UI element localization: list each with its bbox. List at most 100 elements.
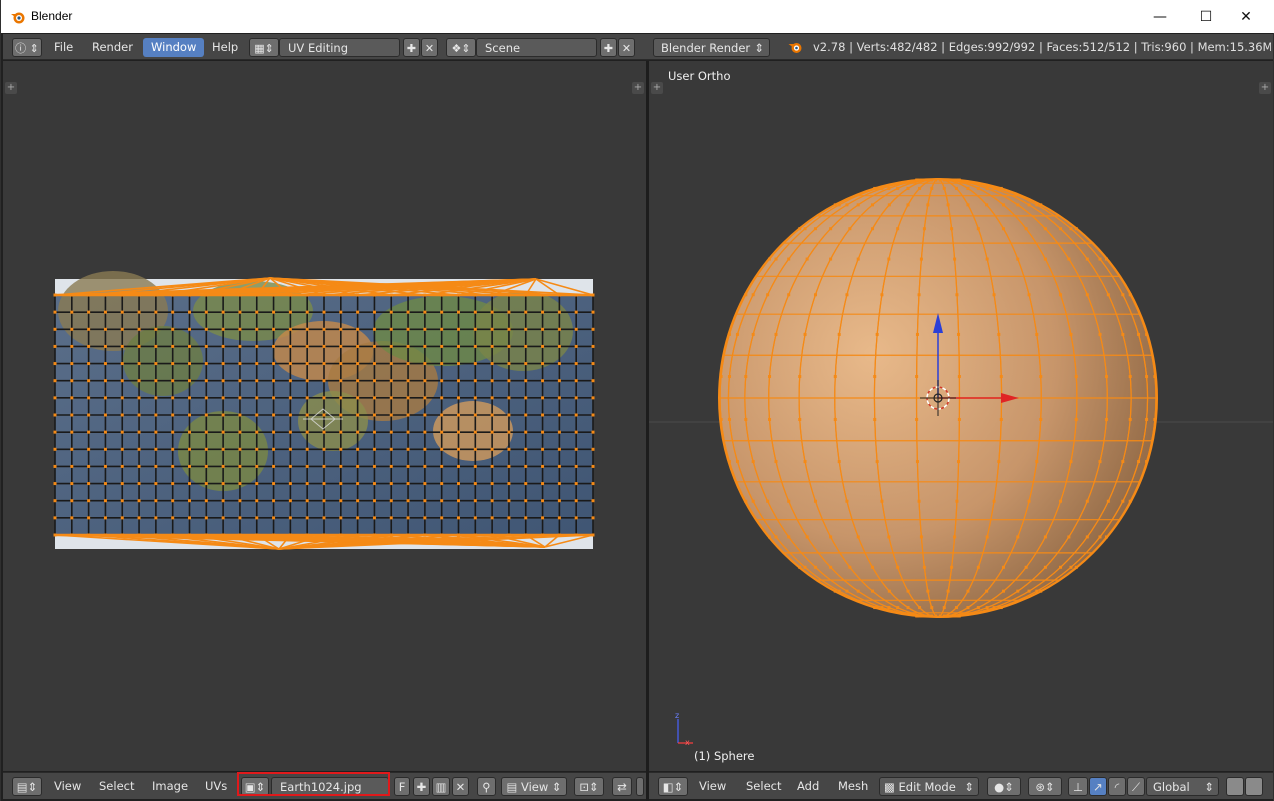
face-dot bbox=[957, 178, 961, 182]
uv-vertex bbox=[541, 447, 545, 451]
face-dot bbox=[787, 257, 791, 261]
menu-render[interactable]: Render bbox=[84, 38, 141, 57]
menu-window[interactable]: Window bbox=[143, 38, 205, 57]
scene-selector[interactable]: ❖⇕ bbox=[446, 38, 476, 57]
manipulator-toggle[interactable]: ⊥ bbox=[1068, 777, 1088, 796]
menu-select[interactable]: Select bbox=[746, 777, 781, 796]
view-mode-dropdown[interactable]: ▤ View ⇕ bbox=[501, 777, 567, 796]
face-dot bbox=[1016, 203, 1020, 207]
uv-vertex bbox=[372, 310, 376, 314]
minimize-button[interactable]: — bbox=[1137, 0, 1183, 33]
uv-vertex bbox=[87, 499, 91, 503]
face-dot bbox=[1059, 227, 1063, 231]
uv-vertex bbox=[557, 379, 561, 383]
unlink-image-button[interactable]: ✕ bbox=[452, 777, 469, 796]
face-dot bbox=[1027, 589, 1031, 593]
render-engine-dropdown[interactable]: Blender Render ⇕ bbox=[653, 38, 770, 57]
new-image-button[interactable]: ✚ bbox=[413, 777, 430, 796]
pin-image-button[interactable]: ⚲ bbox=[477, 777, 496, 796]
face-dot bbox=[774, 535, 778, 539]
uv-vertex bbox=[272, 327, 276, 331]
face-dot bbox=[915, 460, 919, 464]
3d-viewport[interactable]: + + User Ortho zx (1) Sphere bbox=[649, 61, 1273, 771]
active-object-label: (1) Sphere bbox=[694, 749, 755, 763]
rotate-icon: ◜ bbox=[1114, 780, 1120, 794]
uv-vertex bbox=[120, 430, 124, 434]
translate-manipulator-button[interactable]: ↗ bbox=[1089, 777, 1107, 796]
screen-layout-selector[interactable]: ▦⇕ bbox=[249, 38, 279, 57]
uv-map-canvas[interactable] bbox=[3, 61, 646, 771]
uv-vertex bbox=[154, 482, 158, 486]
uv-vertex bbox=[238, 430, 242, 434]
menu-mesh[interactable]: Mesh bbox=[838, 777, 868, 796]
header-overflow[interactable] bbox=[636, 777, 644, 796]
editor-type-button[interactable]: ◧⇕ bbox=[658, 777, 688, 796]
sphere-mesh-viewport[interactable]: zx bbox=[649, 61, 1273, 771]
render-engine-label: Blender Render bbox=[661, 41, 751, 55]
rotate-manipulator-button[interactable]: ◜ bbox=[1108, 777, 1126, 796]
add-screen-button[interactable]: ✚ bbox=[403, 38, 420, 57]
uv-vertex bbox=[87, 464, 91, 468]
face-dot bbox=[1153, 417, 1157, 421]
menu-uvs[interactable]: UVs bbox=[205, 777, 227, 796]
uv-vertex bbox=[406, 413, 410, 417]
uv-vertex bbox=[524, 344, 528, 348]
editor-type-info-button[interactable]: ⓘ ⇕ bbox=[12, 38, 42, 57]
uv-vertex bbox=[356, 344, 360, 348]
pivot-dropdown[interactable]: ⊡⇕ bbox=[574, 777, 604, 796]
uv-vertex bbox=[507, 327, 511, 331]
layer-button[interactable] bbox=[1245, 777, 1263, 796]
uv-vertex bbox=[339, 482, 343, 486]
uv-vertex bbox=[591, 362, 595, 366]
uv-image-editor[interactable]: + + bbox=[3, 61, 646, 771]
face-dot bbox=[957, 460, 961, 464]
uv-vertex bbox=[171, 482, 175, 486]
uv-vertex bbox=[221, 396, 225, 400]
face-dot bbox=[798, 417, 802, 421]
menu-select[interactable]: Select bbox=[99, 777, 134, 796]
open-image-button[interactable]: ▥ bbox=[432, 777, 450, 796]
transform-orientation-dropdown[interactable]: Global ⇕ bbox=[1146, 777, 1219, 796]
scene-field[interactable]: Scene bbox=[476, 38, 597, 57]
pivot-point-dropdown[interactable]: ⊛⇕ bbox=[1028, 777, 1062, 796]
menu-view[interactable]: View bbox=[54, 777, 81, 796]
uv-vertex bbox=[574, 464, 578, 468]
layer-button[interactable] bbox=[1226, 777, 1244, 796]
menu-help[interactable]: Help bbox=[204, 38, 246, 57]
uv-vertex bbox=[591, 379, 595, 383]
uv-vertex bbox=[238, 379, 242, 383]
uv-vertex bbox=[272, 430, 276, 434]
scale-manipulator-button[interactable]: ⟋ bbox=[1127, 777, 1145, 796]
face-dot bbox=[774, 460, 778, 464]
pivot-icon: ⊛⇕ bbox=[1035, 780, 1055, 794]
menu-file[interactable]: File bbox=[46, 38, 81, 57]
close-button[interactable]: ✕ bbox=[1223, 0, 1269, 33]
face-dot bbox=[803, 565, 807, 569]
layout-grid-icon: ▦⇕ bbox=[254, 42, 274, 55]
menu-add[interactable]: Add bbox=[797, 777, 819, 796]
uv-vertex bbox=[339, 413, 343, 417]
x-icon: ✕ bbox=[621, 42, 632, 55]
uv-vertex bbox=[490, 499, 494, 503]
sync-selection-button[interactable]: ⇄ bbox=[612, 777, 632, 796]
delete-screen-button[interactable]: ✕ bbox=[421, 38, 438, 57]
screen-layout-field[interactable]: UV Editing bbox=[279, 38, 400, 57]
menu-image[interactable]: Image bbox=[152, 777, 188, 796]
delete-scene-button[interactable]: ✕ bbox=[618, 38, 635, 57]
uv-vertex bbox=[53, 310, 57, 314]
face-dot bbox=[1074, 375, 1078, 379]
uv-vertex bbox=[322, 310, 326, 314]
face-dot bbox=[946, 589, 950, 593]
mode-dropdown[interactable]: ▩ Edit Mode ⇕ bbox=[879, 777, 979, 796]
uv-vertex bbox=[457, 430, 460, 434]
add-scene-button[interactable]: ✚ bbox=[600, 38, 617, 57]
uv-vertex bbox=[507, 310, 511, 314]
viewport-shading-dropdown[interactable]: ●⇕ bbox=[987, 777, 1021, 796]
uv-vertex bbox=[305, 430, 309, 434]
face-dot bbox=[880, 499, 884, 503]
uv-vertex bbox=[440, 327, 444, 331]
editor-type-button[interactable]: ▤⇕ bbox=[12, 777, 42, 796]
uv-vertex bbox=[272, 379, 276, 383]
menu-view[interactable]: View bbox=[699, 777, 726, 796]
fake-user-button[interactable]: F bbox=[394, 777, 410, 796]
